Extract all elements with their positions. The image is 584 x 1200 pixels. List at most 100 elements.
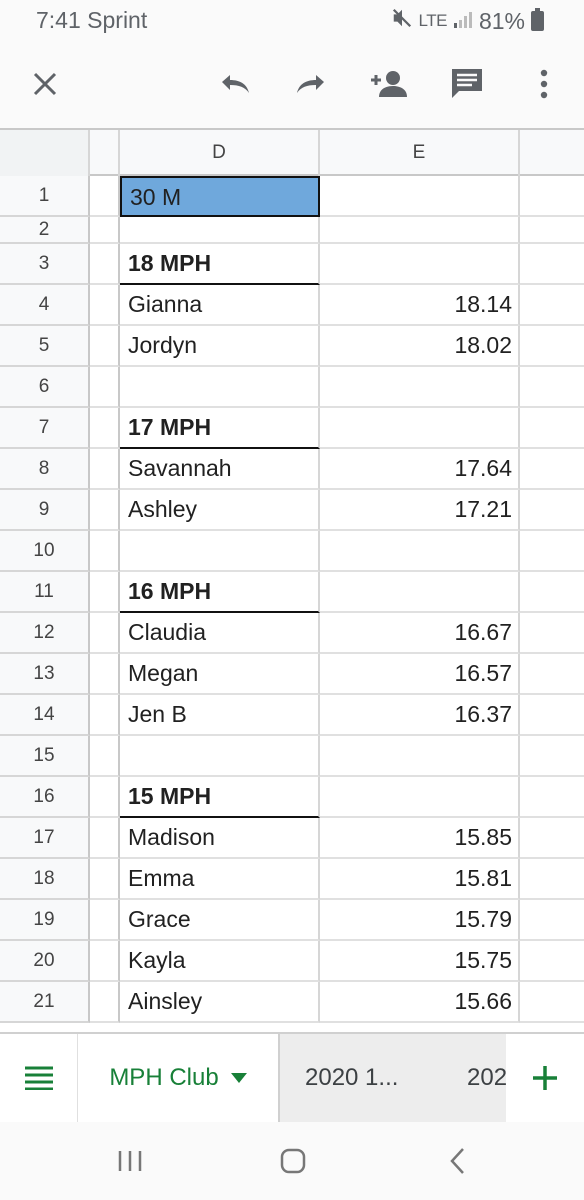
cell-gap[interactable] <box>90 572 120 613</box>
cell-gap[interactable] <box>90 490 120 531</box>
value-cell[interactable] <box>320 176 520 217</box>
value-cell[interactable]: 16.57 <box>320 654 520 695</box>
cell-f[interactable] <box>520 572 584 613</box>
value-cell[interactable] <box>320 408 520 449</box>
cell-f[interactable] <box>520 367 584 408</box>
column-header-d[interactable]: D <box>120 130 320 176</box>
back-icon[interactable] <box>437 1144 477 1178</box>
name-cell[interactable] <box>120 531 320 572</box>
value-cell[interactable]: 15.81 <box>320 859 520 900</box>
name-cell[interactable]: Jordyn <box>120 326 320 367</box>
row-header[interactable]: 15 <box>0 736 90 777</box>
row-header[interactable]: 2 <box>0 217 90 244</box>
name-cell[interactable] <box>120 217 320 244</box>
selected-cell[interactable]: 30 M <box>120 176 320 217</box>
row-header[interactable]: 18 <box>0 859 90 900</box>
redo-icon[interactable] <box>292 64 332 104</box>
cell-f[interactable] <box>520 982 584 1023</box>
name-cell[interactable]: Grace <box>120 900 320 941</box>
cell-f[interactable] <box>520 531 584 572</box>
cell-f[interactable] <box>520 613 584 654</box>
row-header[interactable]: 14 <box>0 695 90 736</box>
name-cell[interactable]: Ashley <box>120 490 320 531</box>
cell-gap[interactable] <box>90 217 120 244</box>
cell-gap[interactable] <box>90 900 120 941</box>
cell-gap[interactable] <box>90 736 120 777</box>
cell-gap[interactable] <box>90 777 120 818</box>
row-header[interactable]: 11 <box>0 572 90 613</box>
cell-gap[interactable] <box>90 531 120 572</box>
row-header[interactable]: 4 <box>0 285 90 326</box>
tab-mph-club[interactable]: MPH Club <box>78 1034 280 1122</box>
group-header-cell[interactable]: 17 MPH <box>120 408 320 449</box>
group-header-cell[interactable]: 15 MPH <box>120 777 320 818</box>
cell-f[interactable] <box>520 654 584 695</box>
row-header[interactable]: 8 <box>0 449 90 490</box>
value-cell[interactable]: 18.02 <box>320 326 520 367</box>
cell-gap[interactable] <box>90 367 120 408</box>
value-cell[interactable]: 15.79 <box>320 900 520 941</box>
cell-gap[interactable] <box>90 244 120 285</box>
name-cell[interactable]: Emma <box>120 859 320 900</box>
value-cell[interactable] <box>320 217 520 244</box>
row-header[interactable]: 20 <box>0 941 90 982</box>
row-header[interactable]: 6 <box>0 367 90 408</box>
value-cell[interactable]: 16.37 <box>320 695 520 736</box>
cell-f[interactable] <box>520 244 584 285</box>
name-cell[interactable]: Claudia <box>120 613 320 654</box>
row-header[interactable]: 3 <box>0 244 90 285</box>
row-header[interactable]: 10 <box>0 531 90 572</box>
row-header[interactable]: 9 <box>0 490 90 531</box>
tab-2020-1[interactable]: 2020 1... <box>305 1034 415 1122</box>
tab-202[interactable]: 202 <box>467 1034 506 1122</box>
cell-gap[interactable] <box>90 859 120 900</box>
undo-icon[interactable] <box>214 64 254 104</box>
row-header[interactable]: 7 <box>0 408 90 449</box>
cell-gap[interactable] <box>90 176 120 217</box>
cell-gap[interactable] <box>90 941 120 982</box>
cell-gap[interactable] <box>90 695 120 736</box>
cell-f[interactable] <box>520 285 584 326</box>
cell-gap[interactable] <box>90 818 120 859</box>
group-header-cell[interactable]: 18 MPH <box>120 244 320 285</box>
name-cell[interactable] <box>120 367 320 408</box>
cell-f[interactable] <box>520 859 584 900</box>
name-cell[interactable]: Savannah <box>120 449 320 490</box>
row-header[interactable]: 21 <box>0 982 90 1023</box>
value-cell[interactable]: 15.66 <box>320 982 520 1023</box>
cell-f[interactable] <box>520 900 584 941</box>
row-header[interactable]: 16 <box>0 777 90 818</box>
cell-gap[interactable] <box>90 982 120 1023</box>
name-cell[interactable]: Kayla <box>120 941 320 982</box>
row-header[interactable]: 5 <box>0 326 90 367</box>
name-cell[interactable]: Ainsley <box>120 982 320 1023</box>
value-cell[interactable] <box>320 367 520 408</box>
cell-gap[interactable] <box>90 408 120 449</box>
cell-gap[interactable] <box>90 449 120 490</box>
cell-f[interactable] <box>520 217 584 244</box>
add-person-icon[interactable] <box>369 64 409 104</box>
cell-f[interactable] <box>520 777 584 818</box>
value-cell[interactable]: 18.14 <box>320 285 520 326</box>
name-cell[interactable]: Megan <box>120 654 320 695</box>
all-sheets-button[interactable] <box>0 1034 78 1122</box>
cell-f[interactable] <box>520 326 584 367</box>
more-vertical-icon[interactable] <box>524 64 564 104</box>
cell-gap[interactable] <box>90 285 120 326</box>
cell-f[interactable] <box>520 695 584 736</box>
name-cell[interactable]: Jen B <box>120 695 320 736</box>
value-cell[interactable]: 17.21 <box>320 490 520 531</box>
comment-icon[interactable] <box>447 64 487 104</box>
column-header-f[interactable] <box>520 130 584 176</box>
cell-gap[interactable] <box>90 326 120 367</box>
value-cell[interactable]: 17.64 <box>320 449 520 490</box>
value-cell[interactable]: 15.85 <box>320 818 520 859</box>
cell-f[interactable] <box>520 818 584 859</box>
row-header[interactable]: 19 <box>0 900 90 941</box>
corner-cell[interactable] <box>0 130 90 176</box>
row-header[interactable]: 13 <box>0 654 90 695</box>
row-header[interactable]: 17 <box>0 818 90 859</box>
value-cell[interactable] <box>320 531 520 572</box>
column-header-e[interactable]: E <box>320 130 520 176</box>
recent-apps-icon[interactable] <box>110 1144 150 1178</box>
